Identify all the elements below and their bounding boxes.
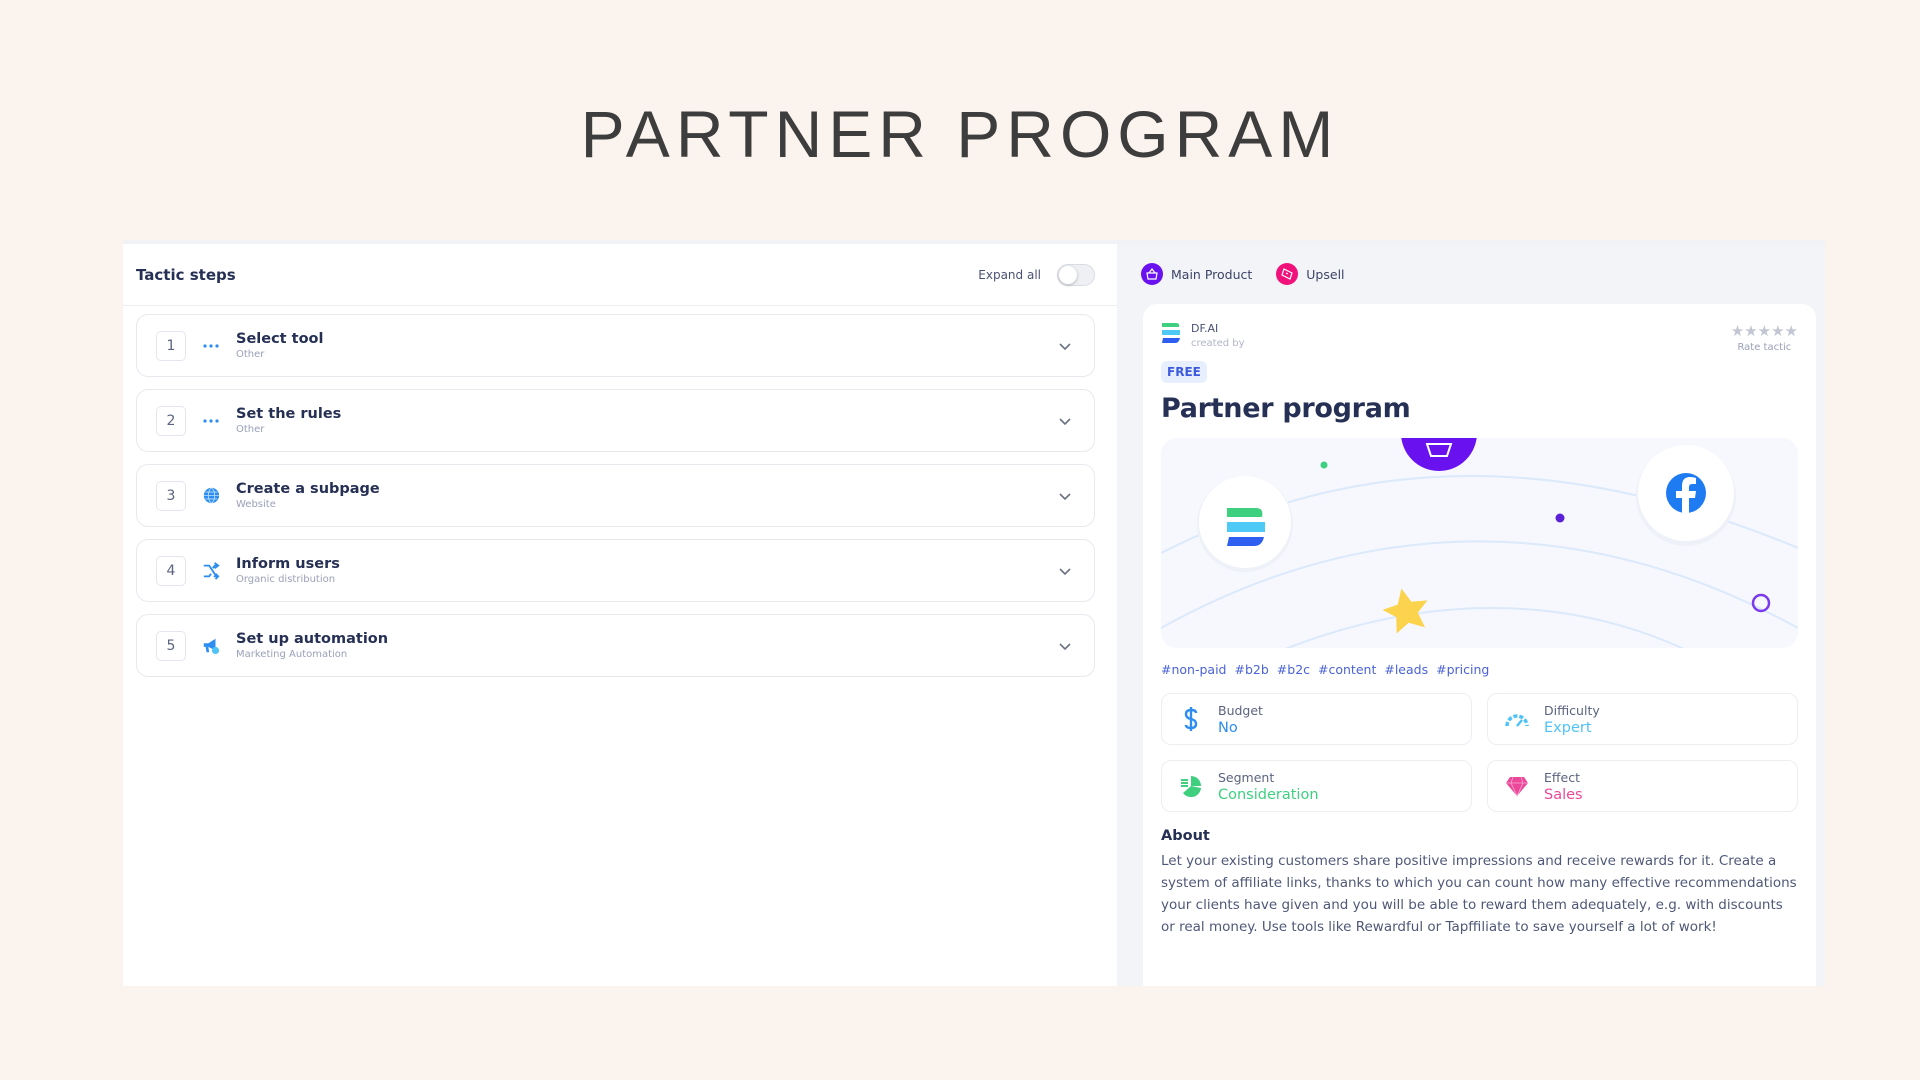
step-category: Website [236,498,276,510]
stat-label: Budget [1218,702,1263,718]
dfai-bubble [1197,476,1293,572]
tactic-steps-heading: Tactic steps [136,265,236,284]
expand-all-toggle[interactable] [1057,263,1095,286]
author-name[interactable]: DF.AI [1191,322,1245,335]
step-number: 5 [156,630,186,661]
diamond-icon [1504,773,1530,799]
stat-segment: Segment Consideration [1161,760,1472,812]
star-shape [1382,588,1428,634]
chevron-down-icon[interactable] [1056,412,1074,430]
dollar-icon [1178,706,1204,732]
tag[interactable]: #content [1318,662,1376,677]
tactic-panel: Tactic steps Expand all 1 Select tool Ot… [123,240,1825,986]
dot-green [1320,461,1328,469]
basket-bubble [1401,438,1477,471]
illustration-graphic [1161,438,1798,648]
step-item[interactable]: 1 Select tool Other [136,314,1095,377]
badge-main-product[interactable]: Main Product [1141,263,1252,285]
expand-all-control: Expand all [978,263,1095,286]
badge-label: Main Product [1171,266,1253,282]
tag[interactable]: #leads [1384,662,1428,677]
star-rating[interactable]: ★★★★★ [1731,322,1798,340]
step-title: Set the rules [236,405,342,422]
stat-value: Consideration [1218,786,1319,803]
step-category: Other [236,348,265,360]
step-item[interactable]: 4 Inform users Organic distribution [136,539,1095,602]
ticket-icon [1276,263,1299,285]
dot-purple [1555,513,1565,523]
chevron-down-icon[interactable] [1056,337,1074,355]
tactic-detail-panel: Main Product Upsell DF.AI created by ★★★… [1117,244,1825,986]
page-title: PARTNER PROGRAM [580,97,1340,171]
stat-budget: Budget No [1161,693,1472,745]
step-number: 3 [156,480,186,511]
step-list: 1 Select tool Other 2 Set the rules Othe… [123,306,1117,677]
step-title: Inform users [236,555,340,572]
stat-label: Difficulty [1544,702,1600,718]
step-number: 4 [156,555,186,586]
step-category: Organic distribution [236,573,336,585]
badge-label: Upsell [1306,266,1345,282]
shuffle-icon [201,561,221,581]
stat-effect: Effect Sales [1487,760,1798,812]
price-badge: FREE [1161,361,1207,383]
stats-grid: Budget No Difficulty Expert Segment Cons… [1161,693,1798,812]
author-row: DF.AI created by ★★★★★ Rate tactic [1161,322,1798,353]
step-item[interactable]: 2 Set the rules Other [136,389,1095,452]
about-heading: About [1161,828,1210,844]
dots-icon [201,336,221,356]
tag[interactable]: #b2c [1277,662,1310,677]
tactic-illustration [1161,438,1798,648]
megaphone-icon [201,636,221,656]
dots-icon [201,411,221,431]
tag[interactable]: #pricing [1436,662,1489,677]
tactic-title: Partner program [1161,393,1411,424]
rating-widget: ★★★★★ Rate tactic [1731,322,1798,353]
globe-icon [201,486,221,506]
step-title: Set up automation [236,630,389,647]
rate-tactic-label: Rate tactic [1737,342,1792,353]
stat-value: Sales [1544,786,1583,803]
step-title: Create a subpage [236,480,380,497]
tactic-card: DF.AI created by ★★★★★ Rate tactic FREE … [1143,304,1816,986]
tag[interactable]: #b2b [1234,662,1268,677]
chevron-down-icon[interactable] [1056,562,1074,580]
step-number: 2 [156,405,186,436]
created-by-label: created by [1191,338,1245,349]
about-text: Let your existing customers share positi… [1161,853,1797,935]
step-item[interactable]: 5 Set up automation Marketing Automation [136,614,1095,677]
tactic-steps-header: Tactic steps Expand all [123,244,1117,306]
expand-all-label: Expand all [978,267,1041,282]
chevron-down-icon[interactable] [1056,487,1074,505]
stat-value: Expert [1544,719,1592,736]
tag[interactable]: #non-paid [1161,662,1226,677]
stat-label: Effect [1544,769,1580,785]
step-title: Select tool [236,330,324,347]
product-badges: Main Product Upsell [1117,244,1825,304]
step-number: 1 [156,330,186,361]
pie-chart-icon [1178,773,1204,799]
gauge-icon [1504,706,1530,732]
dfai-logo-icon [1162,323,1180,343]
stat-difficulty: Difficulty Expert [1487,693,1798,745]
step-item[interactable]: 3 Create a subpage Website [136,464,1095,527]
stat-value: No [1218,719,1238,736]
basket-icon [1141,263,1163,285]
tactic-steps-panel: Tactic steps Expand all 1 Select tool Ot… [123,244,1117,986]
tag-list: #non-paid #b2b #b2c #content #leads #pri… [1161,662,1798,677]
chevron-down-icon[interactable] [1056,637,1074,655]
stat-label: Segment [1218,769,1275,785]
step-category: Other [236,423,265,435]
facebook-bubble [1636,445,1736,546]
step-category: Marketing Automation [236,648,348,660]
badge-upsell[interactable]: Upsell [1276,263,1345,285]
